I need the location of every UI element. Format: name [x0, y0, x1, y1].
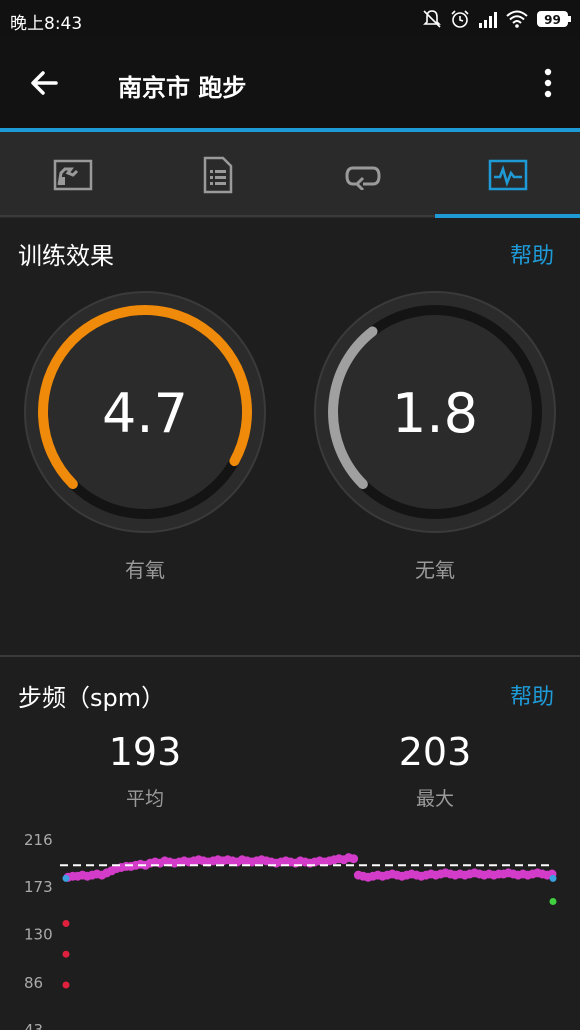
cadence-average-value: 193	[108, 730, 182, 774]
cadence-outlier-point	[62, 950, 70, 958]
tab-stats[interactable]	[435, 132, 580, 218]
training-effect-title: 训练效果	[18, 242, 114, 270]
aerobic-value: 4.7	[102, 382, 188, 445]
cadence-outlier-point	[62, 981, 70, 989]
y-tick-label: 86	[24, 974, 43, 992]
laps-icon	[344, 166, 381, 190]
status-time: 晚上8:43	[10, 14, 83, 34]
battery-icon: 99	[537, 11, 571, 27]
page-title: 南京市 跑步	[118, 74, 247, 102]
tab-divider	[0, 215, 435, 217]
y-tick-label: 43	[24, 1021, 43, 1030]
y-tick-label: 130	[24, 925, 53, 943]
details-list-icon	[203, 156, 232, 194]
cadence-outlier-point	[549, 898, 557, 905]
tab-details[interactable]	[145, 132, 290, 218]
y-tick-label: 173	[24, 878, 53, 896]
alarm-icon	[451, 10, 469, 28]
cadence-max-label: 最大	[415, 788, 454, 810]
back-arrow-icon[interactable]	[26, 63, 66, 103]
tab-laps[interactable]	[290, 132, 435, 218]
notification-muted-icon	[423, 10, 441, 28]
aerobic-label: 有氧	[125, 558, 165, 582]
section-divider	[0, 655, 580, 657]
training-effect-help-link[interactable]: 帮助	[510, 238, 554, 270]
cadence-point	[349, 854, 359, 864]
cadence-outlier-point	[549, 874, 557, 882]
anaerobic-value: 1.8	[392, 382, 478, 445]
signal-icon	[479, 12, 497, 28]
cadence-max-value: 203	[398, 730, 472, 774]
more-options-icon[interactable]	[536, 63, 560, 103]
cadence-help-link[interactable]: 帮助	[510, 679, 554, 711]
y-tick-label: 216	[24, 831, 53, 849]
cadence-title: 步频（spm）	[18, 684, 166, 712]
map-icon	[53, 159, 92, 191]
cadence-outlier-point	[62, 920, 70, 927]
wifi-icon	[506, 10, 528, 28]
battery-level: 99	[544, 13, 561, 27]
training-effect-gauges: 4.7 1.8	[24, 291, 556, 533]
cadence-average-label: 平均	[125, 788, 164, 810]
stats-chart-icon	[488, 159, 527, 191]
cadence-outlier-point	[62, 874, 70, 882]
cadence-chart: 216 173 130 86 43	[24, 831, 557, 1030]
selected-tab-indicator	[435, 214, 580, 218]
app-bar: 南京市 跑步	[0, 38, 580, 128]
anaerobic-label: 无氧	[415, 558, 455, 582]
tab-map[interactable]	[0, 132, 145, 218]
status-bar: 晚上8:43 99	[0, 0, 580, 38]
tab-bar	[0, 132, 580, 218]
